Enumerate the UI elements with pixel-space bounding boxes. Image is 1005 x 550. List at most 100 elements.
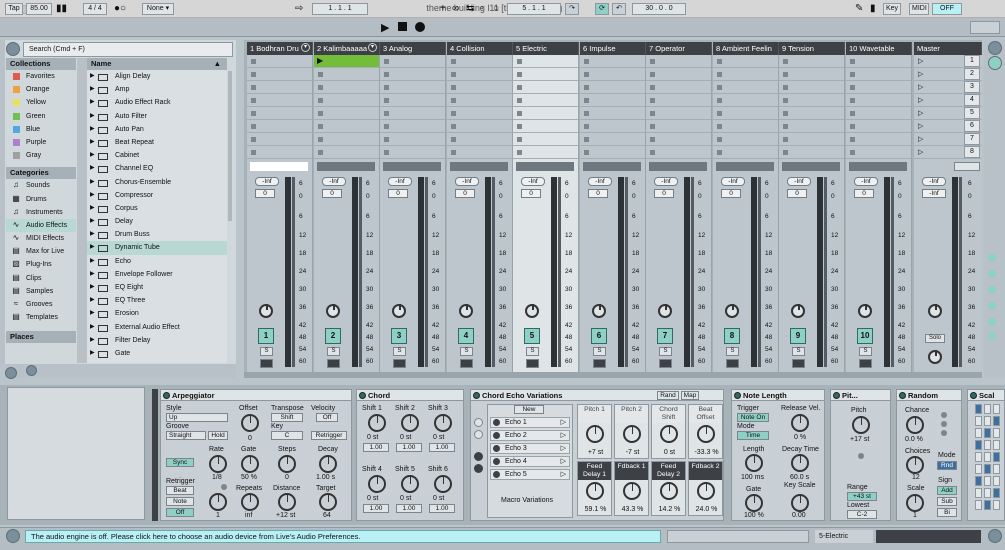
mode-time-button[interactable]: Time bbox=[737, 431, 769, 440]
clip-slot[interactable] bbox=[247, 107, 312, 120]
scene-launch-icon[interactable]: ▷ bbox=[918, 122, 923, 130]
clip-stop-icon[interactable] bbox=[717, 98, 722, 103]
variation-launch-icon[interactable]: ▷ bbox=[561, 418, 566, 427]
clip-stop-icon[interactable] bbox=[318, 72, 323, 77]
macro-knob[interactable] bbox=[697, 425, 715, 443]
time-signature-field[interactable]: 4 / 4 bbox=[83, 3, 107, 15]
clip-slot[interactable] bbox=[779, 107, 844, 120]
clip-slot[interactable] bbox=[447, 94, 512, 107]
browser-item[interactable]: ▶ Delay bbox=[87, 215, 227, 228]
scene-launch-icon[interactable]: ▷ bbox=[918, 96, 923, 104]
key-select[interactable]: C bbox=[271, 431, 303, 440]
hold-button[interactable]: Hold bbox=[208, 431, 228, 440]
clip-stop-icon[interactable] bbox=[384, 150, 389, 155]
scale-cell[interactable] bbox=[975, 464, 982, 474]
track-pan-display[interactable]: 0 bbox=[388, 189, 408, 198]
groove-select[interactable]: Straight bbox=[166, 431, 206, 440]
scale-cell[interactable] bbox=[993, 488, 1000, 498]
browser-item[interactable]: ▶ Align Delay bbox=[87, 70, 227, 83]
expand-icon[interactable]: ▶ bbox=[90, 334, 95, 347]
clip-slot[interactable] bbox=[646, 68, 711, 81]
clip-slot[interactable] bbox=[314, 94, 379, 107]
scene-slot[interactable]: ▷ 5 bbox=[914, 107, 982, 120]
track-pan-display[interactable]: 0 bbox=[654, 189, 674, 198]
key-scale-knob[interactable] bbox=[791, 494, 809, 512]
pitch-knob[interactable] bbox=[852, 416, 870, 434]
track-header[interactable]: 2 Kalimbaaaaa ▾ bbox=[314, 42, 380, 55]
browser-item[interactable]: ▶ Gate bbox=[87, 347, 227, 360]
clip-slot[interactable] bbox=[513, 55, 578, 68]
rack-variations-icon[interactable] bbox=[474, 452, 483, 461]
scale-cell[interactable] bbox=[993, 428, 1000, 438]
clip-stop-icon[interactable] bbox=[584, 72, 589, 77]
record-arm-button[interactable] bbox=[393, 359, 406, 368]
status-toggle-icon[interactable] bbox=[6, 529, 20, 543]
category-item[interactable]: ∿ Audio Effects bbox=[6, 218, 76, 233]
clip-slot[interactable] bbox=[779, 133, 844, 146]
chord-velocity-field[interactable]: 1.00 bbox=[429, 504, 455, 513]
solo-button[interactable]: S bbox=[659, 347, 672, 356]
clip-slot[interactable] bbox=[513, 81, 578, 94]
variation-item[interactable]: Echo 2 ▷ bbox=[490, 430, 570, 441]
expand-icon[interactable]: ▶ bbox=[90, 110, 95, 123]
track-volume-display[interactable]: -Inf bbox=[388, 177, 412, 186]
track-pan-display[interactable]: 0 bbox=[455, 189, 475, 198]
repeats-rate-knob[interactable] bbox=[209, 493, 227, 511]
power-icon[interactable] bbox=[970, 392, 977, 399]
clip-stop-button[interactable] bbox=[250, 162, 308, 171]
clip-stop-icon[interactable] bbox=[318, 85, 323, 90]
track-header[interactable]: 1 Bodhran Dru ▾ bbox=[247, 42, 313, 55]
clip-stop-button[interactable] bbox=[583, 162, 641, 171]
clip-slot[interactable] bbox=[247, 81, 312, 94]
track-activator-button[interactable]: 10 bbox=[857, 328, 873, 344]
offset-knob[interactable] bbox=[241, 414, 259, 432]
scene-number[interactable]: 2 bbox=[964, 68, 980, 80]
arrangement-position-field[interactable]: 1 . 1 . 1 bbox=[312, 3, 368, 15]
scene-launch-icon[interactable]: ▷ bbox=[918, 148, 923, 156]
browser-scrollbar[interactable] bbox=[228, 71, 232, 221]
style-select[interactable]: Up bbox=[166, 413, 228, 422]
clip-stop-icon[interactable] bbox=[451, 124, 456, 129]
clip-stop-icon[interactable] bbox=[850, 72, 855, 77]
solo-button[interactable]: S bbox=[792, 347, 805, 356]
clip-stop-icon[interactable] bbox=[451, 72, 456, 77]
power-icon[interactable] bbox=[359, 392, 366, 399]
scene-slot[interactable]: ▷ 1 bbox=[914, 55, 982, 68]
macro-control[interactable]: Pitch 2 -7 st bbox=[614, 404, 649, 459]
clip-stop-icon[interactable] bbox=[850, 85, 855, 90]
mixer-delay-icon[interactable] bbox=[988, 332, 996, 340]
clip-slot[interactable] bbox=[247, 146, 312, 159]
pan-knob[interactable] bbox=[791, 304, 805, 318]
track-volume-display[interactable]: -Inf bbox=[255, 177, 279, 186]
clip-stop-icon[interactable] bbox=[318, 124, 323, 129]
macro-control[interactable]: Feed Delay 2 14.2 % bbox=[651, 461, 686, 516]
capture-midi-icon[interactable]: ▫ bbox=[480, 4, 484, 14]
track-activator-button[interactable]: 5 bbox=[524, 328, 540, 344]
track-menu-icon[interactable]: ▾ bbox=[301, 43, 310, 52]
clip-slot[interactable] bbox=[779, 146, 844, 159]
clip-stop-icon[interactable] bbox=[251, 72, 256, 77]
clip-stop-icon[interactable] bbox=[850, 124, 855, 129]
collection-item[interactable]: Green bbox=[6, 110, 76, 123]
clip-slot[interactable] bbox=[314, 68, 379, 81]
clip-slot[interactable] bbox=[380, 146, 445, 159]
expand-icon[interactable]: ▶ bbox=[90, 83, 95, 96]
scale-cell[interactable] bbox=[975, 452, 982, 462]
mode-rnd-button[interactable]: Rnd bbox=[937, 461, 957, 470]
clip-slot[interactable] bbox=[713, 120, 778, 133]
clip-slot[interactable] bbox=[646, 120, 711, 133]
clip-stop-icon[interactable] bbox=[717, 124, 722, 129]
arpeggiator-title-bar[interactable]: Arpeggiator bbox=[161, 390, 351, 401]
master-track-header[interactable]: Master bbox=[914, 42, 982, 55]
clip-stop-icon[interactable] bbox=[783, 85, 788, 90]
browser-item[interactable]: ▶ Erosion bbox=[87, 307, 227, 320]
clip-stop-icon[interactable] bbox=[584, 85, 589, 90]
variation-item[interactable]: Echo 5 ▷ bbox=[490, 469, 570, 480]
solo-button[interactable]: S bbox=[393, 347, 406, 356]
track-activator-button[interactable]: 1 bbox=[258, 328, 274, 344]
scale-cell[interactable] bbox=[984, 488, 991, 498]
scale-cell[interactable] bbox=[975, 416, 982, 426]
variation-item[interactable]: Echo 3 ▷ bbox=[490, 443, 570, 454]
mixer-sends-icon[interactable] bbox=[988, 270, 996, 278]
scene-slot[interactable]: ▷ 7 bbox=[914, 133, 982, 146]
